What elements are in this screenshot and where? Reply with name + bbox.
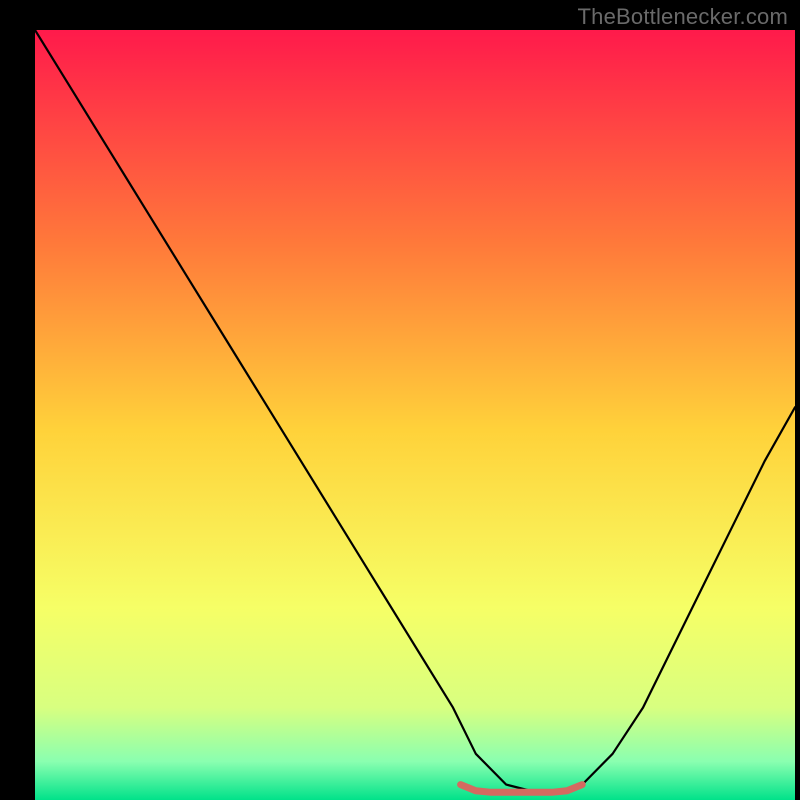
bottleneck-chart bbox=[35, 30, 795, 800]
watermark-text: TheBottlenecker.com bbox=[578, 4, 788, 30]
plot-area bbox=[35, 30, 795, 800]
chart-frame: TheBottlenecker.com bbox=[0, 0, 800, 800]
gradient-background bbox=[35, 30, 795, 800]
